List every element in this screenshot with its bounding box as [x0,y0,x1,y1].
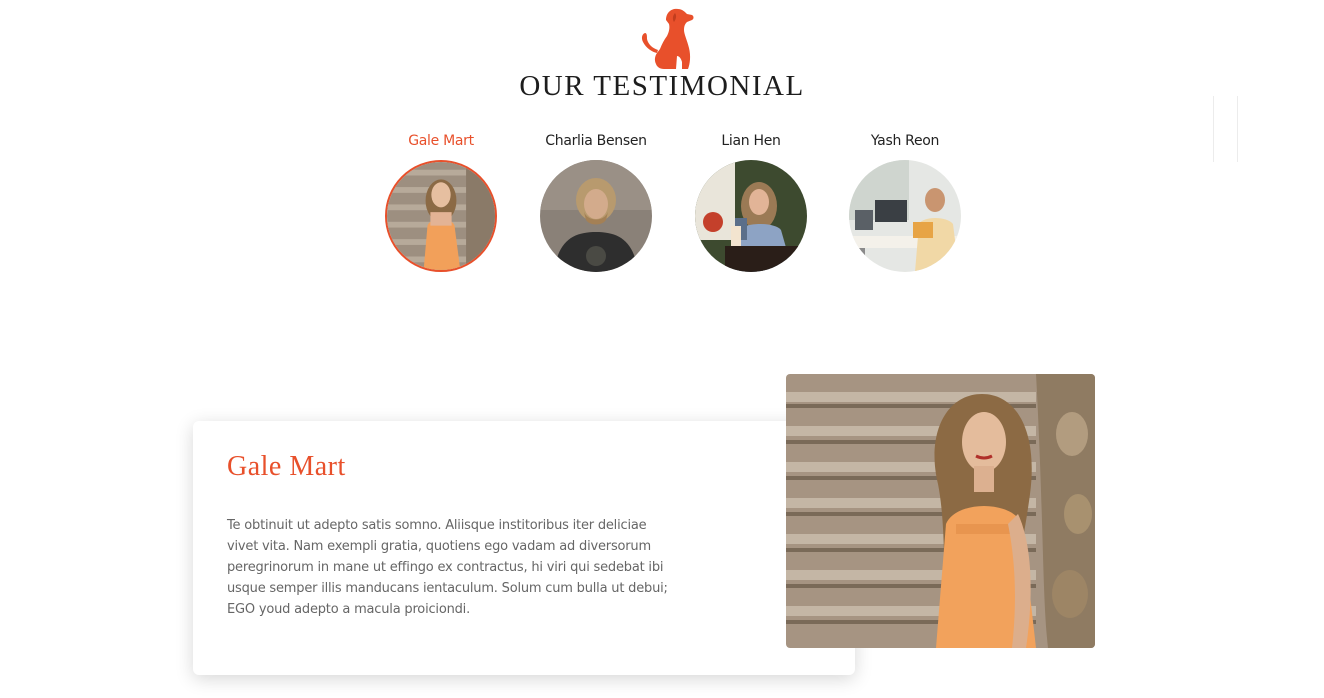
tab-gale-mart[interactable]: Gale Mart [361,133,521,281]
tab-lian-hen[interactable]: Lian Hen [671,133,831,281]
avatar[interactable] [385,160,497,272]
tab-name: Gale Mart [408,133,474,149]
testimonial-section: OUR TESTIMONIAL Gale Mart Charlia Bensen… [0,0,1324,698]
tab-charlia-bensen[interactable]: Charlia Bensen [516,133,676,281]
avatar[interactable] [849,160,961,272]
testimonial-photo [786,374,1095,648]
avatar[interactable] [540,160,652,272]
testimonial-card: Gale Mart Te obtinuit ut adepto satis so… [193,421,855,675]
tab-yash-reon[interactable]: Yash Reon [825,133,985,281]
tab-name: Charlia Bensen [545,133,647,149]
testimonial-name: Gale Mart [227,451,346,482]
avatar[interactable] [695,160,807,272]
tab-name: Yash Reon [870,133,940,149]
tab-name: Lian Hen [721,133,781,149]
divider [1213,96,1214,162]
section-title: OUR TESTIMONIAL [519,70,805,102]
divider [1237,96,1238,162]
testimonial-text: Te obtinuit ut adepto satis somno. Aliis… [227,518,668,617]
dog-icon [632,6,698,72]
